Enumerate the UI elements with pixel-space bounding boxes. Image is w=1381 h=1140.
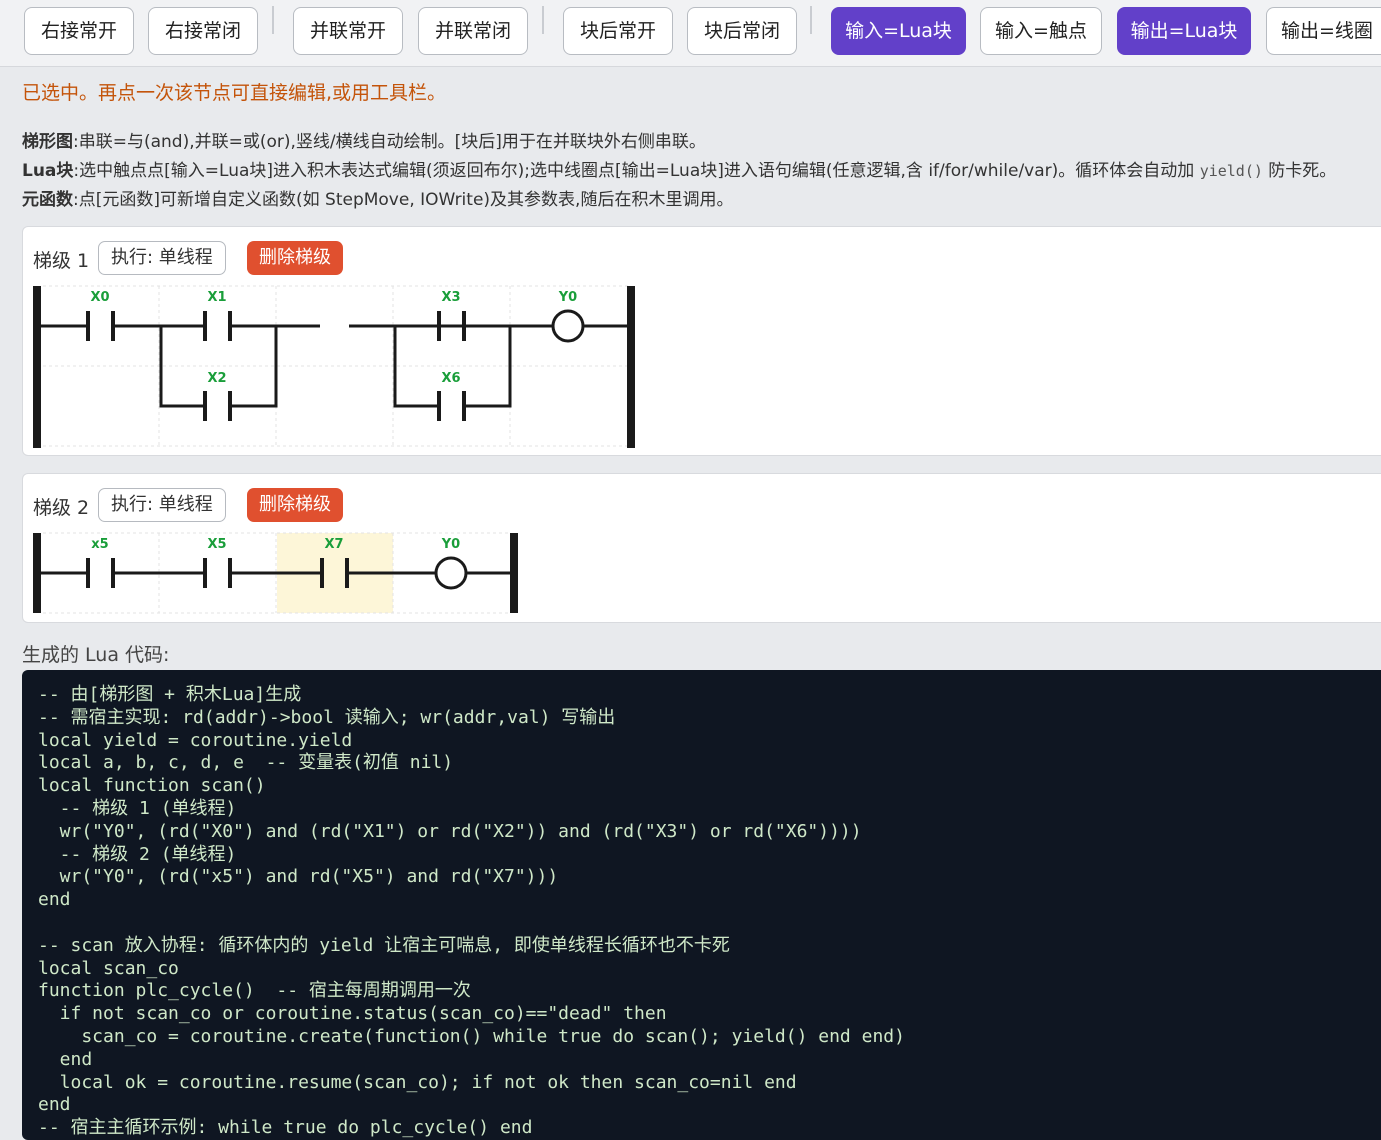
exec-mode-button[interactable]: 执行: 单线程: [98, 488, 226, 522]
contact-x1[interactable]: X1: [203, 290, 232, 341]
contact-bar: [203, 558, 207, 588]
toolbar: 右接常开 右接常闭 并联常开 并联常闭 块后常开 块后常闭 输入=Lua块 输入…: [0, 0, 1381, 67]
contact-x0[interactable]: X0: [86, 290, 115, 341]
help-meta-label: 元函数: [22, 190, 73, 210]
contact-x6[interactable]: X6: [437, 371, 466, 421]
contact-x5[interactable]: X5: [203, 537, 232, 588]
contact-label: X2: [207, 371, 226, 386]
left-power-rail: [33, 533, 41, 613]
after-block-nc-button[interactable]: 块后常闭: [687, 7, 797, 55]
help-lua-text-end: 防卡死。: [1262, 161, 1337, 181]
contact-bar: [228, 391, 232, 421]
contact-bar: [437, 391, 441, 421]
toolbar-separator: [542, 6, 544, 34]
contact-bar: [86, 311, 90, 341]
contact-bar: [228, 311, 232, 341]
input-contact-button[interactable]: 输入=触点: [980, 7, 1102, 55]
parallel-nc-contact-button[interactable]: 并联常闭: [418, 7, 528, 55]
contact-x2[interactable]: X2: [203, 371, 232, 421]
contact-label: X5: [207, 537, 226, 552]
exec-mode-button[interactable]: 执行: 单线程: [98, 241, 226, 275]
contact-bar: [437, 311, 441, 341]
help-meta-text: :点[元函数]可新增自定义函数(如 StepMove, IOWrite)及其参数…: [73, 190, 734, 210]
help-lua-code: yield(): [1199, 162, 1263, 180]
contact-bar: [228, 558, 232, 588]
rung-title: 梯级 2: [33, 497, 90, 519]
contact-bar: [320, 558, 324, 588]
rung-panel-1: 梯级 1 执行: 单线程 删除梯级 X0 X1 X2 X3 X6 Y0: [22, 226, 1381, 456]
ladder-grid: [43, 285, 628, 447]
code-panel[interactable]: -- 由[梯形图 + 积木Lua]生成 -- 需宿主实现: rd(addr)->…: [22, 670, 1381, 1140]
left-power-rail: [33, 286, 41, 448]
contact-bar: [462, 311, 466, 341]
contact-label: X6: [441, 371, 460, 386]
contact-bar: [111, 311, 115, 341]
lua-code[interactable]: -- 由[梯形图 + 积木Lua]生成 -- 需宿主实现: rd(addr)->…: [38, 684, 1381, 1140]
rung-panel-2: 梯级 2 执行: 单线程 删除梯级 x5 X5 X7 Y0: [22, 473, 1381, 623]
help-lua-text: :选中触点点[输入=Lua块]进入积木表达式编辑(须返回布尔);选中线圈点[输出…: [73, 161, 1200, 181]
output-coil-button[interactable]: 输出=线圈: [1266, 7, 1381, 55]
help-ladder-label: 梯形图: [22, 132, 73, 152]
delete-rung-button[interactable]: 删除梯级: [247, 241, 343, 275]
contact-bar: [86, 558, 90, 588]
help-ladder: 梯形图:串联=与(and),并联=或(or),竖线/横线自动绘制。[块后]用于在…: [22, 127, 706, 152]
code-label: 生成的 Lua 代码:: [22, 644, 170, 666]
coil-y0[interactable]: Y0: [434, 537, 468, 590]
ladder-diagram-2: x5 X5 X7 Y0: [33, 532, 518, 614]
coil-circle: [551, 309, 585, 343]
coil-label: Y0: [558, 290, 577, 305]
help-ladder-text: :串联=与(and),并联=或(or),竖线/横线自动绘制。[块后]用于在并联块…: [73, 132, 706, 152]
contact-label: X3: [441, 290, 460, 305]
status-message: 已选中。再点一次该节点可直接编辑,或用工具栏。: [22, 82, 447, 104]
contact-bar: [203, 391, 207, 421]
contact-label: X7: [324, 537, 343, 552]
after-block-no-button[interactable]: 块后常开: [563, 7, 673, 55]
coil-label: Y0: [441, 537, 460, 552]
delete-rung-button[interactable]: 删除梯级: [247, 488, 343, 522]
help-meta: 元函数:点[元函数]可新增自定义函数(如 StepMove, IOWrite)及…: [22, 185, 733, 210]
ladder-diagram-1: X0 X1 X2 X3 X6 Y0: [33, 285, 635, 448]
contact-label: X1: [207, 290, 226, 305]
coil-circle: [434, 556, 468, 590]
input-lua-block-button[interactable]: 输入=Lua块: [831, 7, 966, 55]
right-power-rail: [627, 286, 635, 448]
contact-x3[interactable]: X3: [437, 290, 466, 341]
contact-x5-lower[interactable]: x5: [86, 537, 115, 588]
help-lua: Lua块:选中触点点[输入=Lua块]进入积木表达式编辑(须返回布尔);选中线圈…: [22, 156, 1336, 181]
toolbar-separator: [810, 6, 812, 34]
contact-bar: [345, 558, 349, 588]
output-lua-block-button[interactable]: 输出=Lua块: [1117, 7, 1251, 55]
contact-bar: [203, 311, 207, 341]
rung-title: 梯级 1: [33, 250, 90, 272]
right-no-contact-button[interactable]: 右接常开: [24, 7, 134, 55]
coil-y0[interactable]: Y0: [551, 290, 585, 343]
contact-label: x5: [91, 537, 108, 552]
right-power-rail: [510, 533, 518, 613]
help-lua-label: Lua块: [22, 161, 74, 181]
parallel-no-contact-button[interactable]: 并联常开: [293, 7, 403, 55]
right-nc-contact-button[interactable]: 右接常闭: [148, 7, 258, 55]
contact-label: X0: [90, 290, 109, 305]
toolbar-separator: [272, 6, 274, 34]
contact-bar: [462, 391, 466, 421]
contact-bar: [111, 558, 115, 588]
